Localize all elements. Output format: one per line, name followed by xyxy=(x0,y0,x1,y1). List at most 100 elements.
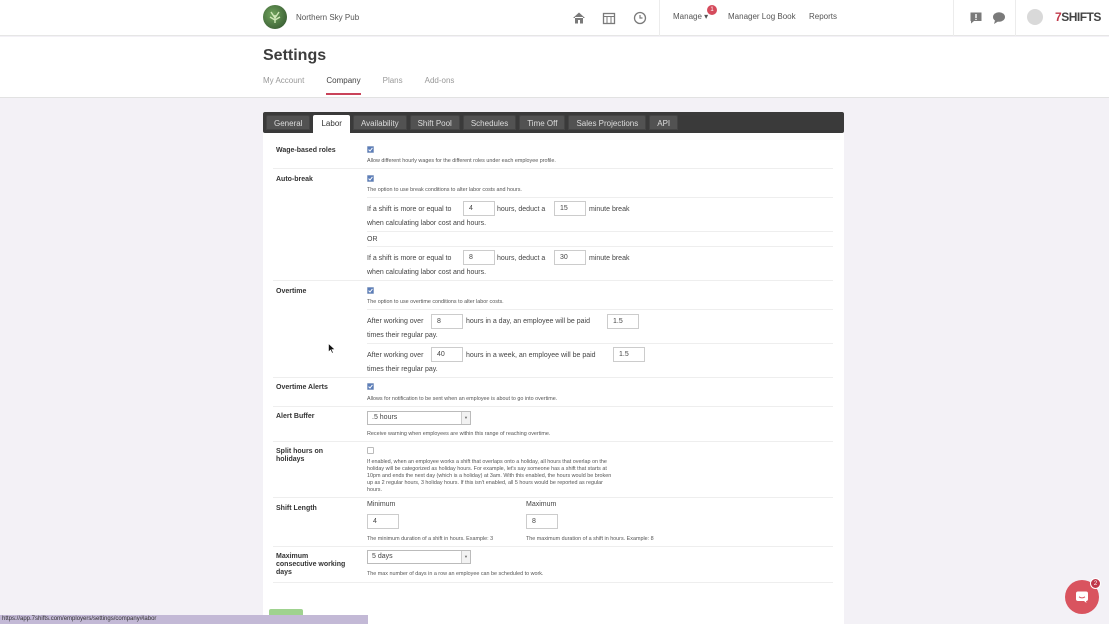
shift-length-label: Shift Length xyxy=(276,505,317,512)
wage-based-roles-checkbox[interactable] xyxy=(367,146,374,153)
user-avatar[interactable] xyxy=(1027,9,1043,25)
row-divider xyxy=(367,231,833,232)
tab-sales-projections[interactable]: Sales Projections xyxy=(568,115,647,130)
schedule-icon[interactable] xyxy=(602,11,616,25)
row-divider xyxy=(367,343,833,344)
row-divider xyxy=(273,280,833,281)
overtime-day-tail: times their regular pay. xyxy=(367,332,438,339)
checkmark-icon xyxy=(368,147,373,152)
auto-break-rule1-mid: hours, deduct a xyxy=(497,206,546,213)
settings-header: Settings My Account Company Plans Add-on… xyxy=(0,37,1109,98)
mouse-cursor-icon xyxy=(328,343,336,354)
tab-general[interactable]: General xyxy=(266,115,311,130)
top-navigation-bar: Northern Sky Pub Manage ▾ 1 Manager Log … xyxy=(0,0,1109,36)
split-hours-checkbox[interactable] xyxy=(367,447,374,454)
row-divider xyxy=(367,197,833,198)
checkmark-icon xyxy=(368,288,373,293)
chat-notification-badge: 2 xyxy=(1090,578,1101,589)
home-icon[interactable] xyxy=(572,11,586,25)
tab-time-off[interactable]: Time Off xyxy=(519,115,566,130)
auto-break-label: Auto-break xyxy=(276,176,313,183)
nav-separator xyxy=(659,0,660,36)
overtime-week-rate-input[interactable]: 1.5 xyxy=(613,347,645,362)
auto-break-rule1-minutes-input[interactable]: 15 xyxy=(554,201,586,216)
max-days-label-line3: days xyxy=(276,569,292,576)
max-days-label-line2: consecutive working xyxy=(276,561,346,568)
auto-break-rule2-hours-input[interactable]: 8 xyxy=(463,250,495,265)
tab-availability[interactable]: Availability xyxy=(352,115,407,130)
auto-break-rule2-suffix: minute break xyxy=(589,255,630,262)
reports-link[interactable]: Reports xyxy=(809,12,837,21)
manage-notification-badge: 1 xyxy=(707,5,717,15)
alert-buffer-label: Alert Buffer xyxy=(276,413,315,420)
company-switcher[interactable]: Northern Sky Pub xyxy=(263,5,359,29)
overtime-description: The option to use overtime conditions to… xyxy=(367,299,504,305)
subtab-my-account[interactable]: My Account xyxy=(263,76,304,95)
alert-buffer-description: Receive warning when employees are withi… xyxy=(367,431,551,437)
shift-length-max-label: Maximum xyxy=(526,501,557,508)
wage-based-roles-label: Wage-based roles xyxy=(276,147,336,154)
manage-menu[interactable]: Manage ▾ xyxy=(673,12,708,21)
split-hours-description: If enabled, when an employee works a shi… xyxy=(367,459,611,494)
dropdown-arrow-icon: ▼ xyxy=(461,551,470,563)
overtime-week-hours-input[interactable]: 40 xyxy=(431,347,463,362)
auto-break-checkbox[interactable] xyxy=(367,175,374,182)
manager-log-book-link[interactable]: Manager Log Book xyxy=(728,12,796,21)
overtime-day-rate-input[interactable]: 1.5 xyxy=(607,314,639,329)
split-hours-desc-line: 10pm and ends the next day (which is a h… xyxy=(367,473,612,479)
tab-shift-pool[interactable]: Shift Pool xyxy=(409,115,460,130)
overtime-week-tail: times their regular pay. xyxy=(367,366,438,373)
split-hours-label: Split hours on holidays xyxy=(276,448,323,464)
shift-length-min-input[interactable]: 4 xyxy=(367,514,399,529)
row-divider xyxy=(367,309,833,310)
tab-api[interactable]: API xyxy=(649,115,679,130)
split-hours-desc-line: holiday will be categorized as holiday h… xyxy=(367,466,607,472)
split-hours-label-line1: Split hours on xyxy=(276,448,324,455)
overtime-day-hours-input[interactable]: 8 xyxy=(431,314,463,329)
max-consecutive-days-label: Maximum consecutive working days xyxy=(276,553,345,577)
row-divider xyxy=(273,406,833,407)
shift-length-max-input[interactable]: 8 xyxy=(526,514,558,529)
nav-separator xyxy=(953,0,954,36)
clock-icon[interactable] xyxy=(633,11,647,25)
row-divider xyxy=(273,168,833,169)
checkmark-icon xyxy=(368,176,373,181)
auto-break-rule1-suffix: minute break xyxy=(589,206,630,213)
split-hours-desc-line: If enabled, when an employee works a shi… xyxy=(367,459,607,465)
auto-break-rule1-hours-input[interactable]: 4 xyxy=(463,201,495,216)
auto-break-rule1-prefix: If a shift is more or equal to xyxy=(367,206,452,213)
tab-schedules[interactable]: Schedules xyxy=(462,115,517,130)
auto-break-description: The option to use break conditions to al… xyxy=(367,187,522,193)
auto-break-rule2-minutes-input[interactable]: 30 xyxy=(554,250,586,265)
overtime-alerts-checkbox[interactable] xyxy=(367,383,374,390)
subtab-plans[interactable]: Plans xyxy=(383,76,403,95)
overtime-alerts-label: Overtime Alerts xyxy=(276,384,328,391)
subtab-add-ons[interactable]: Add-ons xyxy=(425,76,455,95)
shift-length-min-label: Minimum xyxy=(367,501,396,508)
max-days-value: 5 days xyxy=(372,553,393,560)
row-divider xyxy=(273,497,833,498)
status-bar-url: https://app.7shifts.com/employers/settin… xyxy=(0,615,368,624)
alert-buffer-select[interactable]: .5 hours ▼ xyxy=(367,411,471,425)
auto-break-rule2-tail: when calculating labor cost and hours. xyxy=(367,269,487,276)
manage-label: Manage xyxy=(673,12,702,21)
overtime-label: Overtime xyxy=(276,288,307,295)
max-consecutive-days-select[interactable]: 5 days ▼ xyxy=(367,550,471,564)
auto-break-or-label: OR xyxy=(367,236,378,243)
shift-length-min-description: The minimum duration of a shift in hours… xyxy=(367,536,494,542)
subtab-company[interactable]: Company xyxy=(326,76,361,95)
dropdown-arrow-icon: ▼ xyxy=(461,412,470,424)
split-hours-desc-line: up as 2 regular hours, 3 holiday hours. … xyxy=(367,480,603,486)
company-logo xyxy=(263,5,287,29)
wage-based-roles-description: Allow different hourly wages for the dif… xyxy=(367,158,556,164)
overtime-checkbox[interactable] xyxy=(367,287,374,294)
settings-panel: General Labor Availability Shift Pool Sc… xyxy=(263,112,844,624)
brand-logo[interactable]: 7SHIFTS xyxy=(1055,10,1101,24)
nav-separator xyxy=(1015,0,1016,36)
messages-icon[interactable] xyxy=(992,11,1006,25)
announcement-icon[interactable] xyxy=(969,11,983,25)
settings-subtabs: My Account Company Plans Add-ons xyxy=(263,76,476,95)
tab-labor[interactable]: Labor xyxy=(313,115,350,133)
row-divider xyxy=(273,546,833,547)
overtime-week-mid: hours in a week, an employee will be pai… xyxy=(466,352,596,359)
